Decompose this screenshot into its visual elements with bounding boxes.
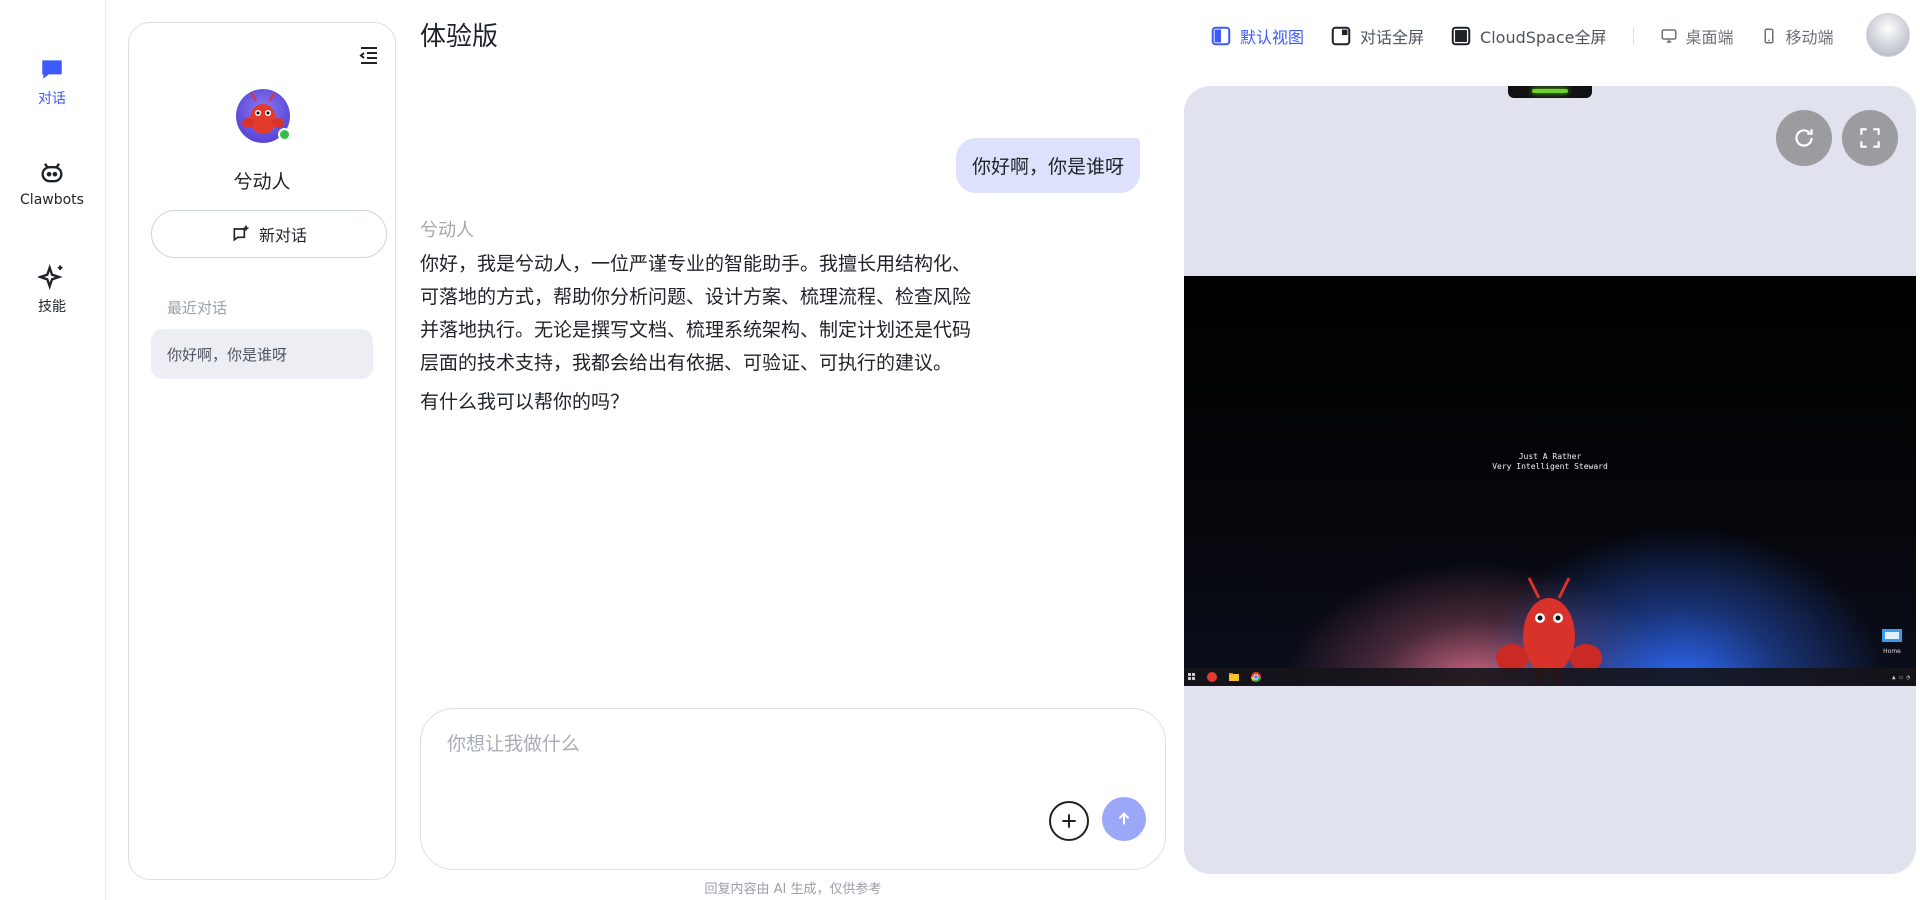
bot-sender-name: 兮动人 xyxy=(420,220,474,241)
plus-icon xyxy=(1062,814,1076,828)
default-view-button[interactable]: 默认视图 xyxy=(1210,24,1304,48)
left-nav-rail: 对话 Clawbots 技能 xyxy=(0,0,106,900)
message-input[interactable] xyxy=(447,733,1127,755)
view-toolbar: 默认视图 对话全屏 CloudSpace全屏 桌面端 移动端 xyxy=(1210,22,1860,50)
panel-notch xyxy=(1508,86,1592,98)
chat-fullscreen-icon xyxy=(1331,26,1351,46)
mobile-client-label: 移动端 xyxy=(1785,28,1834,47)
agent-avatar xyxy=(236,89,291,143)
user-avatar[interactable] xyxy=(1866,13,1910,57)
remote-taskbar: ▲ ▭ ◔ xyxy=(1184,668,1916,686)
bot-message-paragraph: 有什么我可以帮你的吗？ xyxy=(420,391,630,413)
computer-icon xyxy=(1882,629,1902,642)
start-menu-icon[interactable] xyxy=(1188,673,1196,681)
bot-message-paragraph: 你好，我是兮动人，一位严谨专业的智能助手。我擅长用结构化、可落地的方式，帮助你分… xyxy=(420,253,972,374)
split-view-icon xyxy=(1211,26,1231,46)
desktop-home-shortcut[interactable]: Home xyxy=(1878,628,1906,655)
new-chat-icon xyxy=(233,225,249,242)
sparkle-icon xyxy=(37,262,67,292)
refresh-icon xyxy=(1795,129,1813,147)
desktop-wallpaper-text: Just A Rather Very Intelligent Steward xyxy=(1184,452,1916,472)
cloudspace-fullscreen-label: CloudSpace全屏 xyxy=(1480,28,1607,47)
nav-item-chat-label: 对话 xyxy=(38,91,66,107)
recent-chats-title: 最近对话 xyxy=(167,299,228,317)
nav-item-clawbots-label: Clawbots xyxy=(20,192,84,208)
collapse-sidebar-button[interactable] xyxy=(357,43,381,67)
chat-fullscreen-button[interactable]: 对话全屏 xyxy=(1330,24,1424,48)
toolbar-divider xyxy=(1632,28,1634,44)
refresh-button[interactable] xyxy=(1776,110,1832,166)
nav-item-skills-label: 技能 xyxy=(38,299,66,315)
user-message-bubble: 你好啊，你是谁呀 xyxy=(955,138,1140,193)
new-chat-label: 新对话 xyxy=(258,226,307,245)
desktop-icon-label: Home xyxy=(1883,648,1901,655)
mobile-client-button[interactable]: 移动端 xyxy=(1760,24,1834,48)
chrome-icon[interactable] xyxy=(1250,671,1262,683)
remote-desktop-view[interactable]: Just A Rather Very Intelligent Steward H… xyxy=(1184,276,1916,686)
chat-fullscreen-label: 对话全屏 xyxy=(1360,28,1425,47)
bot-icon xyxy=(37,158,67,188)
nav-item-clawbots[interactable]: Clawbots xyxy=(0,158,104,208)
cloudspace-fullscreen-icon xyxy=(1451,26,1471,46)
wallpaper-text-line: Just A Rather xyxy=(1518,452,1582,461)
agent-name: 兮动人 xyxy=(233,171,291,193)
page-title: 体验版 xyxy=(420,22,499,52)
online-status-dot xyxy=(278,128,291,141)
nav-item-chat[interactable]: 对话 xyxy=(0,54,104,108)
wallpaper-text-line: Very Intelligent Steward xyxy=(1492,462,1608,471)
default-view-label: 默认视图 xyxy=(1240,28,1305,47)
mobile-icon xyxy=(1764,28,1774,44)
cloudspace-panel: Just A Rather Very Intelligent Steward H… xyxy=(1184,86,1916,874)
chat-messages: 你好啊，你是谁呀 兮动人 你好，我是兮动人，一位严谨专业的智能助手。我擅长用结构… xyxy=(420,92,1140,702)
recent-chat-item[interactable]: 你好啊，你是谁呀 xyxy=(151,329,373,379)
bot-message: 你好，我是兮动人，一位严谨专业的智能助手。我擅长用结构化、可落地的方式，帮助你分… xyxy=(420,248,980,425)
nav-item-skills[interactable]: 技能 xyxy=(0,262,104,316)
desktop-client-button[interactable]: 桌面端 xyxy=(1660,24,1734,48)
lobster-app-icon[interactable] xyxy=(1206,671,1218,683)
fullscreen-button[interactable] xyxy=(1842,110,1898,166)
conversation-sidebar: 兮动人 新对话 最近对话 你好啊，你是谁呀 xyxy=(128,22,396,880)
system-tray: ▲ ▭ ◔ xyxy=(1891,673,1910,681)
cloudspace-fullscreen-button[interactable]: CloudSpace全屏 xyxy=(1450,24,1607,48)
new-chat-button[interactable]: 新对话 xyxy=(151,210,387,258)
arrow-up-icon xyxy=(1118,812,1130,825)
desktop-icon xyxy=(1661,29,1676,43)
chat-bubble-icon xyxy=(37,54,67,84)
folder-icon[interactable] xyxy=(1228,671,1240,683)
expand-icon xyxy=(1860,128,1880,148)
message-composer xyxy=(420,708,1166,870)
collapse-icon xyxy=(359,47,377,64)
ai-disclaimer: 回复内容由 AI 生成，仅供参考 xyxy=(704,882,882,897)
send-button[interactable] xyxy=(1102,797,1146,841)
desktop-client-label: 桌面端 xyxy=(1685,28,1734,47)
attach-button[interactable] xyxy=(1049,801,1089,841)
